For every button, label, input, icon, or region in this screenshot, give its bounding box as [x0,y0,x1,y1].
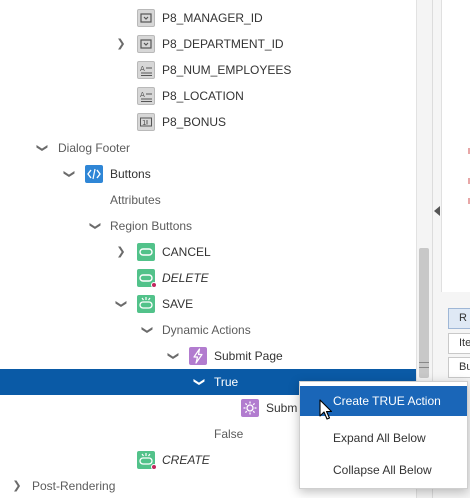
tree-node-p8-location[interactable]: A P8_LOCATION [0,83,416,109]
error-dot-icon [151,464,157,470]
tree-node-label: Attributes [110,193,161,207]
chevron-right-icon[interactable]: ❯ [114,239,128,265]
text-field-icon: A [137,61,155,79]
scrollbar-grip-icon [419,362,429,368]
tree-node-label: P8_MANAGER_ID [162,11,263,25]
tree-node-label: P8_LOCATION [162,89,244,103]
tree-node-p8-department-id[interactable]: ❯ P8_DEPARTMENT_ID [0,31,416,57]
svg-text:A: A [140,91,145,99]
tree-node-label: SAVE [162,297,194,311]
tree-node-p8-num-employees[interactable]: A P8_NUM_EMPLOYEES [0,57,416,83]
chevron-right-icon[interactable]: ❯ [114,31,128,57]
chevron-down-icon[interactable]: ❯ [29,141,55,155]
tree-node-delete[interactable]: DELETE [0,265,416,291]
tree-node-label: False [214,427,244,441]
button-click-icon [137,295,155,313]
tree-node-cancel[interactable]: ❯ CANCEL [0,239,416,265]
chevron-down-icon[interactable]: ❯ [56,167,82,181]
tree-node-label: P8_DEPARTMENT_ID [162,37,284,51]
property-panel-top [441,0,470,292]
tree-node-label: DELETE [162,271,209,285]
code-region-icon [85,165,103,183]
tree-node-submit-page[interactable]: ❯ Submit Page [0,343,416,369]
tree-node-label: CANCEL [162,245,211,259]
tree-node-label: Submit Page [214,349,283,363]
chevron-down-icon[interactable]: ❯ [82,219,108,233]
tree-node-label: True [214,375,239,389]
text-field-icon: A [137,87,155,105]
context-menu: Create TRUE Action Expand All Below Coll… [299,381,468,489]
tree-node-label: P8_BONUS [162,115,227,129]
property-panel-button[interactable]: Bu [448,357,470,378]
menu-item-expand-all-below[interactable]: Expand All Below [300,423,467,453]
tree-node-label: Dialog Footer [58,141,131,155]
chevron-down-icon[interactable]: ❯ [134,323,160,337]
tree-node-dialog-footer[interactable]: ❯ Dialog Footer [0,135,416,161]
tree-node-attributes[interactable]: Attributes [0,187,416,213]
list-item-icon [137,35,155,53]
tree-node-label: CREATE [162,453,210,467]
mouse-cursor-icon [319,399,333,420]
action-gear-icon [241,399,259,417]
list-item-icon [137,9,155,27]
chevron-right-icon[interactable]: ❯ [10,473,24,498]
tree-node-label: Buttons [110,167,151,181]
menu-item-collapse-all-below[interactable]: Collapse All Below [300,455,467,485]
tree-node-buttons-region[interactable]: ❯ Buttons [0,161,416,187]
svg-text:A: A [140,65,145,73]
tree-node-p8-manager-id[interactable]: P8_MANAGER_ID [0,5,416,31]
tree-node-dynamic-actions[interactable]: ❯ Dynamic Actions [0,317,416,343]
chevron-down-icon[interactable]: ❯ [160,349,186,363]
error-dot-icon [151,282,157,288]
lightning-icon [189,347,207,365]
chevron-down-icon[interactable]: ❯ [186,375,212,389]
svg-text:1: 1 [142,119,146,127]
collapse-left-icon[interactable] [434,206,440,216]
scrollbar-thumb[interactable] [419,248,429,378]
tree-node-save[interactable]: ❯ SAVE [0,291,416,317]
tree-node-label: Post-Rendering [32,479,116,493]
chevron-down-icon[interactable]: ❯ [108,297,134,311]
button-icon [137,243,155,261]
tree-node-label: P8_NUM_EMPLOYEES [162,63,292,77]
tree-node-region-buttons[interactable]: ❯ Region Buttons [0,213,416,239]
tree-node-label: Dynamic Actions [162,323,251,337]
property-panel-button[interactable]: R [448,308,470,329]
number-field-icon: 1 [137,113,155,131]
tree-node-p8-bonus[interactable]: 1 P8_BONUS [0,109,416,135]
tree-node-label: Subm [266,401,298,415]
tree-node-label: Region Buttons [110,219,193,233]
property-panel-button[interactable]: Ite [448,333,470,354]
